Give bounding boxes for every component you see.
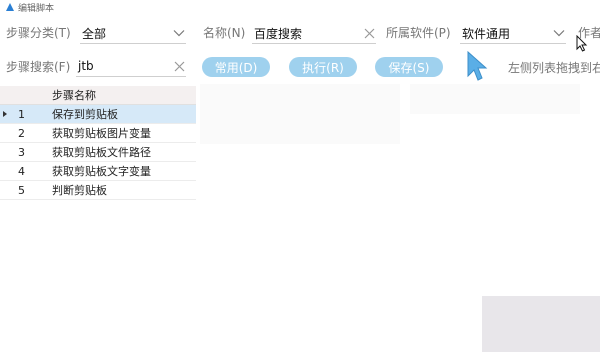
step-name: 获取剪贴板文件路径 <box>52 146 151 159</box>
current-row-marker-icon <box>0 111 10 117</box>
row-number: 1 <box>18 107 25 121</box>
search-label: 步骤搜索(F) <box>6 60 71 74</box>
chevron-down-icon <box>172 26 186 40</box>
table-row[interactable]: 2 获取剪贴板图片变量 <box>0 124 196 143</box>
name-input[interactable]: 百度搜索 <box>252 23 376 44</box>
name-label: 名称(N) <box>203 26 246 40</box>
clear-x-icon[interactable] <box>362 26 376 40</box>
step-name: 获取剪贴板图片变量 <box>52 127 151 140</box>
software-value: 软件通用 <box>462 26 511 41</box>
step-name: 获取剪贴板文字变量 <box>52 165 151 178</box>
table-row[interactable]: 3 获取剪贴板文件路径 <box>0 143 196 162</box>
title-bar: 编辑脚本 <box>0 0 600 14</box>
row-number: 4 <box>18 164 25 178</box>
column-header-step-name[interactable]: 步骤名称 <box>0 87 96 103</box>
name-value: 百度搜索 <box>254 26 303 41</box>
common-button[interactable]: 常用(D) <box>202 57 270 77</box>
category-value: 全部 <box>82 26 107 41</box>
software-label: 所属软件(P) <box>386 26 451 40</box>
app-icon <box>6 3 14 11</box>
software-dropdown[interactable]: 软件通用 <box>460 23 566 44</box>
row-number: 2 <box>18 126 25 140</box>
row-number: 5 <box>18 183 25 197</box>
category-dropdown[interactable]: 全部 <box>80 23 186 44</box>
save-button[interactable]: 保存(S) <box>375 57 443 77</box>
execute-button[interactable]: 执行(R) <box>289 57 357 77</box>
step-name: 保存到剪贴板 <box>52 108 118 121</box>
step-search-input[interactable]: jtb <box>76 56 186 77</box>
background-shadow <box>410 84 580 114</box>
step-name: 判断剪贴板 <box>52 184 107 197</box>
table-row[interactable]: 5 判断剪贴板 <box>0 181 196 200</box>
background-shadow <box>200 84 400 144</box>
drag-hint-text: 左侧列表拖拽到右 <box>508 61 600 75</box>
window-title: 编辑脚本 <box>18 3 55 14</box>
category-label: 步骤分类(T) <box>6 26 71 40</box>
clear-x-icon[interactable] <box>172 59 186 73</box>
pointer-cursor-icon <box>576 35 588 52</box>
row-number: 3 <box>18 145 25 159</box>
table-row[interactable]: 4 获取剪贴板文字变量 <box>0 162 196 181</box>
mouse-cursor-icon <box>467 50 488 81</box>
table-header: 步骤名称 <box>0 86 196 105</box>
search-value: jtb <box>78 59 94 73</box>
chevron-down-icon <box>552 26 566 40</box>
watermark-block <box>482 296 600 352</box>
steps-table: 步骤名称 1 保存到剪贴板 2 获取剪贴板图片变量 3 获取剪贴板文件路径 4 … <box>0 86 196 200</box>
table-row[interactable]: 1 保存到剪贴板 <box>0 105 196 124</box>
